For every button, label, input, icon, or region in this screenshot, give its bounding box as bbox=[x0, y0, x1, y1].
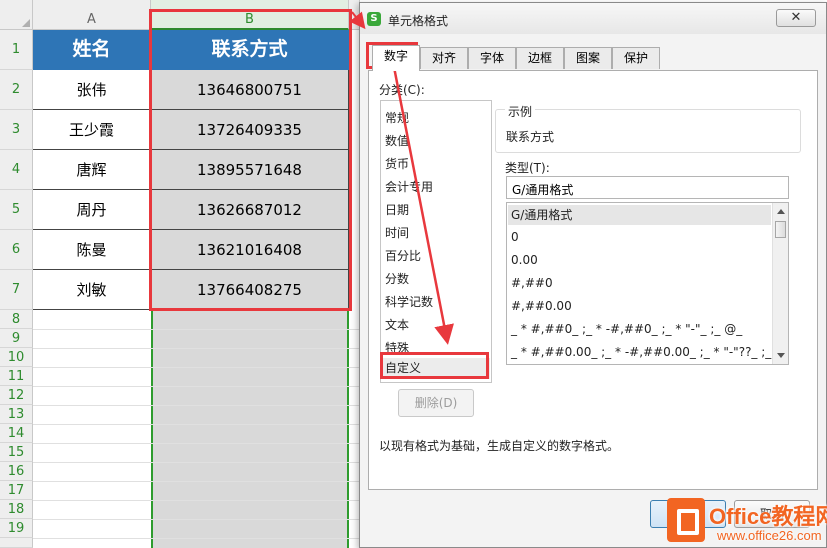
office-logo-icon bbox=[667, 498, 705, 542]
category-item-general[interactable]: 常规 bbox=[385, 109, 409, 126]
dialog-title: 单元格格式 bbox=[388, 14, 449, 28]
row-header[interactable]: 12 bbox=[0, 386, 33, 405]
type-option[interactable]: 0.00 bbox=[511, 253, 538, 267]
row-header[interactable]: 18 bbox=[0, 500, 33, 519]
scroll-up-icon[interactable] bbox=[777, 209, 785, 214]
format-description: 以现有格式为基础，生成自定义的数字格式。 bbox=[379, 439, 620, 453]
grid-line bbox=[33, 348, 360, 349]
tab-font[interactable]: 字体 bbox=[468, 47, 516, 69]
category-item-text[interactable]: 文本 bbox=[385, 316, 409, 333]
category-item-scientific[interactable]: 科学记数 bbox=[385, 293, 433, 310]
category-item-currency[interactable]: 货币 bbox=[385, 155, 409, 172]
wps-app-icon: S bbox=[367, 12, 381, 26]
row-header[interactable]: 2 bbox=[0, 70, 33, 110]
delete-button[interactable]: 删除(D) bbox=[398, 389, 474, 417]
grid-line bbox=[33, 367, 360, 368]
name-cell[interactable]: 唐辉 bbox=[33, 150, 151, 190]
scroll-thumb[interactable] bbox=[775, 221, 786, 238]
grid-line bbox=[33, 519, 360, 520]
name-cell[interactable]: 陈曼 bbox=[33, 230, 151, 270]
row-header[interactable]: 15 bbox=[0, 443, 33, 462]
row-header[interactable]: 5 bbox=[0, 190, 33, 230]
row-header[interactable]: 14 bbox=[0, 424, 33, 443]
sample-label: 示例 bbox=[505, 103, 536, 120]
custom-category-highlight-box bbox=[380, 352, 489, 379]
watermark-brand: Office教程网 bbox=[709, 504, 827, 529]
row-header[interactable]: 1 bbox=[0, 30, 33, 70]
tab-border[interactable]: 边框 bbox=[516, 47, 564, 69]
row-header[interactable]: 13 bbox=[0, 405, 33, 424]
office26-watermark: Office教程网 www.office26.com bbox=[661, 495, 827, 548]
row-header[interactable]: 16 bbox=[0, 462, 33, 481]
name-cell[interactable]: 周丹 bbox=[33, 190, 151, 230]
category-item-fraction[interactable]: 分数 bbox=[385, 270, 409, 287]
number-tab-panel: 分类(C): 常规 数值 货币 会计专用 日期 时间 百分比 分数 科学记数 文… bbox=[368, 70, 818, 490]
type-option[interactable]: #,##0.00 bbox=[511, 299, 572, 313]
grid-line bbox=[33, 424, 360, 425]
type-option[interactable]: _ * #,##0_ ;_ * -#,##0_ ;_ * "-"_ ;_ @_ bbox=[511, 322, 742, 336]
type-option[interactable]: G/通用格式 bbox=[508, 205, 771, 225]
type-list[interactable]: G/通用格式 0 0.00 #,##0 #,##0.00 _ * #,##0_ … bbox=[506, 202, 789, 365]
row-header[interactable] bbox=[0, 538, 33, 548]
tab-alignment[interactable]: 对齐 bbox=[420, 47, 468, 69]
grid-line bbox=[33, 405, 360, 406]
category-list[interactable]: 常规 数值 货币 会计专用 日期 时间 百分比 分数 科学记数 文本 特殊 自定… bbox=[380, 100, 492, 383]
format-cells-dialog: S 单元格格式 ✕ 数字 对齐 字体 边框 图案 保护 分类(C): 常规 数值… bbox=[359, 2, 827, 548]
tab-protection[interactable]: 保护 bbox=[612, 47, 660, 69]
grid-line bbox=[33, 538, 360, 539]
sample-value: 联系方式 bbox=[506, 130, 555, 144]
grid-line bbox=[33, 500, 360, 501]
spreadsheet: A B 1 2 3 4 5 6 7 8 9 10 11 12 13 14 15 … bbox=[0, 0, 360, 548]
row-header[interactable]: 3 bbox=[0, 110, 33, 150]
row-header[interactable]: 11 bbox=[0, 367, 33, 386]
type-input[interactable]: G/通用格式 bbox=[506, 176, 789, 199]
grid-line bbox=[33, 481, 360, 482]
select-all-corner[interactable] bbox=[0, 0, 33, 30]
row-header[interactable]: 9 bbox=[0, 329, 33, 348]
type-option[interactable]: _ * #,##0.00_ ;_ * -#,##0.00_ ;_ * "-"??… bbox=[511, 345, 788, 359]
column-header-a[interactable]: A bbox=[33, 0, 151, 30]
header-cell-name[interactable]: 姓名 bbox=[33, 30, 151, 70]
grid-line bbox=[33, 329, 360, 330]
grid-line bbox=[33, 462, 360, 463]
category-item-time[interactable]: 时间 bbox=[385, 224, 409, 241]
row-header[interactable]: 17 bbox=[0, 481, 33, 500]
grid-line bbox=[33, 386, 360, 387]
watermark-url: www.office26.com bbox=[717, 528, 822, 543]
scroll-down-icon[interactable] bbox=[777, 353, 785, 358]
row-header[interactable]: 19 bbox=[0, 519, 33, 538]
row-header[interactable]: 4 bbox=[0, 150, 33, 190]
category-item-number[interactable]: 数值 bbox=[385, 132, 409, 149]
category-item-accounting[interactable]: 会计专用 bbox=[385, 178, 433, 195]
name-cell[interactable]: 刘敏 bbox=[33, 270, 151, 310]
column-b-highlight-box bbox=[149, 9, 352, 311]
close-button[interactable]: ✕ bbox=[776, 9, 816, 27]
name-cell[interactable]: 张伟 bbox=[33, 70, 151, 110]
row-header[interactable]: 8 bbox=[0, 310, 33, 329]
type-option[interactable]: 0 bbox=[511, 230, 519, 244]
category-item-date[interactable]: 日期 bbox=[385, 201, 409, 218]
category-item-percentage[interactable]: 百分比 bbox=[385, 247, 421, 264]
column-b-selection[interactable] bbox=[151, 310, 349, 548]
type-option[interactable]: #,##0 bbox=[511, 276, 553, 290]
type-label: 类型(T): bbox=[505, 161, 550, 175]
type-list-scrollbar[interactable] bbox=[772, 203, 788, 364]
tab-pattern[interactable]: 图案 bbox=[564, 47, 612, 69]
category-label: 分类(C): bbox=[379, 83, 425, 97]
tab-number[interactable]: 数字 bbox=[372, 45, 420, 71]
grid-line bbox=[33, 443, 360, 444]
name-cell[interactable]: 王少霞 bbox=[33, 110, 151, 150]
dialog-titlebar[interactable]: S 单元格格式 ✕ bbox=[360, 3, 826, 34]
row-header[interactable]: 6 bbox=[0, 230, 33, 270]
row-header[interactable]: 10 bbox=[0, 348, 33, 367]
row-header[interactable]: 7 bbox=[0, 270, 33, 310]
